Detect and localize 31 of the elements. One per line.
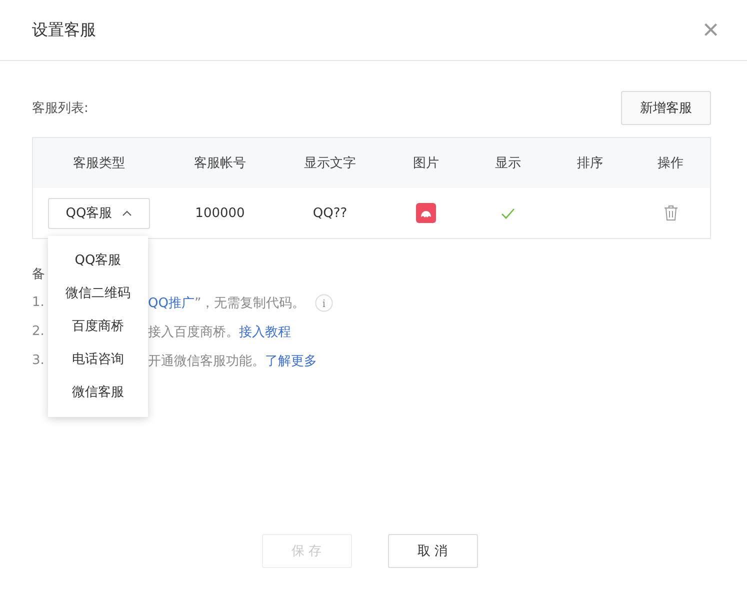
column-header: 显示文字 (304, 155, 356, 172)
note-number: 2. (32, 324, 46, 339)
column-header: 客服帐号 (194, 155, 246, 172)
caret-icon (122, 210, 132, 216)
table-cell: QQ?? (312, 206, 348, 220)
menu-item[interactable]: QQ客服 (48, 244, 148, 277)
column-header: 排序 (577, 155, 603, 172)
column-header: 图片 (413, 155, 439, 172)
column-header: 显示 (495, 155, 521, 172)
column-header: 操作 (658, 155, 684, 172)
notes-label: 备 (32, 266, 45, 282)
note-text: 开通微信客服功能。了解更多 (148, 352, 317, 370)
add-button[interactable]: 新增客服 (621, 91, 711, 125)
dialog-title: 设置客服 (32, 20, 96, 40)
column-header: 客服类型 (73, 155, 125, 172)
list-label: 客服列表: (32, 100, 88, 117)
menu-item[interactable]: 电话咨询 (48, 343, 148, 376)
menu-item[interactable]: 微信二维码 (48, 277, 148, 310)
menu-item[interactable]: 百度商桥 (48, 310, 148, 343)
note-number: 3. (32, 353, 46, 368)
cancel-button[interactable]: 取 消 (388, 534, 478, 568)
note-text: 接入百度商桥。接入教程 (148, 324, 291, 340)
note-text: QQ推广”，无需复制代码。 (148, 294, 306, 312)
trash-icon[interactable] (664, 205, 678, 221)
info-icon[interactable] (315, 294, 334, 312)
note-link[interactable]: 了解更多 (265, 354, 317, 368)
table-cell: 100000 (195, 206, 245, 220)
type-select[interactable]: QQ客服 (48, 198, 150, 228)
note-link[interactable]: 接入教程 (239, 324, 291, 340)
note-number: 1. (32, 295, 46, 310)
menu-item[interactable]: 微信客服 (48, 376, 148, 409)
